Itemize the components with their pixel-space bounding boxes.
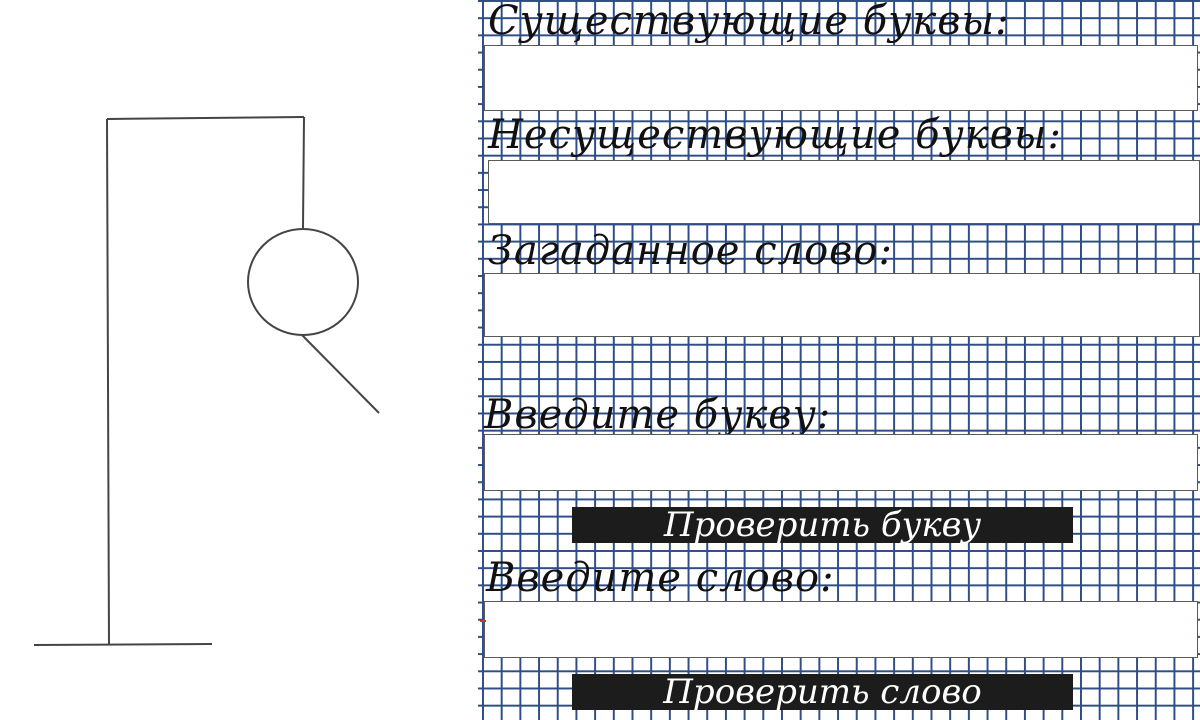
figure-right-arm (301, 334, 380, 414)
nonexisting-letters-field (488, 160, 1200, 224)
stray-mark (480, 620, 486, 622)
gallows-base (33, 643, 213, 646)
enter-word-label: Введите слово: (486, 555, 835, 601)
gallows-beam (106, 116, 305, 120)
existing-letters-label: Существующие буквы: (488, 0, 1010, 44)
hangman-drawing (33, 116, 380, 646)
gallows-pole (106, 118, 110, 646)
existing-letters-field (484, 45, 1198, 111)
gallows-area (0, 0, 478, 720)
enter-letter-label: Введите букву: (484, 392, 832, 438)
check-letter-button[interactable]: Проверить букву (572, 507, 1073, 543)
gallows-rope (302, 116, 305, 229)
secret-word-field (484, 273, 1200, 337)
secret-word-label: Загаданное слово: (488, 228, 893, 274)
hangman-app: Существующие буквы: Несуществующие буквы… (0, 0, 1200, 720)
nonexisting-letters-label: Несуществующие буквы: (488, 112, 1062, 158)
word-input[interactable] (484, 601, 1198, 658)
letter-input[interactable] (484, 434, 1198, 491)
check-word-button[interactable]: Проверить слово (572, 674, 1073, 710)
notebook-panel: Существующие буквы: Несуществующие буквы… (478, 0, 1200, 720)
figure-head (247, 228, 359, 336)
